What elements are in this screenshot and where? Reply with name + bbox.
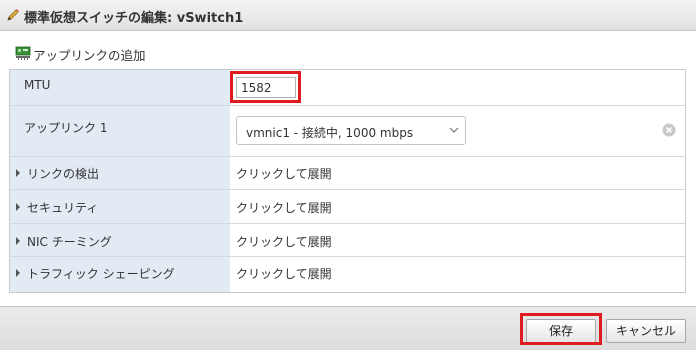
link-discovery-value: クリックして展開 — [236, 167, 332, 181]
pencil-icon — [7, 9, 19, 21]
cancel-button[interactable]: キャンセル — [606, 319, 686, 343]
link-discovery-label: リンクの検出 — [27, 167, 100, 181]
property-grid: MTU アップリンク 1 vmnic1 - 接続中, 1000 mbps リンク… — [9, 69, 686, 293]
remove-uplink-icon[interactable] — [662, 123, 676, 137]
security-value: クリックして展開 — [236, 201, 332, 215]
dialog-title-bar: 標準仮想スイッチの編集: vSwitch1 — [0, 0, 696, 31]
network-adapter-icon — [15, 46, 31, 60]
security-row[interactable]: セキュリティ クリックして展開 — [10, 190, 685, 224]
mtu-row: MTU — [10, 70, 685, 106]
mtu-highlight-box — [230, 71, 301, 103]
expand-arrow-icon — [16, 237, 20, 245]
save-highlight-box — [520, 313, 602, 345]
add-uplink-label: アップリンクの追加 — [33, 48, 146, 63]
uplink-1-label: アップリンク 1 — [24, 121, 108, 135]
expand-arrow-icon — [16, 203, 20, 211]
expand-arrow-icon — [16, 169, 20, 177]
traffic-shaping-value: クリックして展開 — [236, 267, 332, 281]
dialog-title: 標準仮想スイッチの編集: vSwitch1 — [24, 11, 244, 26]
nic-teaming-value: クリックして展開 — [236, 235, 332, 249]
nic-teaming-row[interactable]: NIC チーミング クリックして展開 — [10, 224, 685, 257]
uplink-1-select[interactable]: vmnic1 - 接続中, 1000 mbps — [236, 116, 466, 145]
traffic-shaping-label: トラフィック シェーピング — [27, 267, 175, 281]
security-label: セキュリティ — [27, 201, 99, 215]
chevron-down-icon — [449, 127, 459, 133]
nic-teaming-label: NIC チーミング — [27, 235, 112, 249]
uplink-1-selected-value: vmnic1 - 接続中, 1000 mbps — [246, 126, 414, 140]
mtu-label: MTU — [24, 78, 51, 92]
link-discovery-row[interactable]: リンクの検出 クリックして展開 — [10, 157, 685, 190]
traffic-shaping-row[interactable]: トラフィック シェーピング クリックして展開 — [10, 257, 685, 292]
expand-arrow-icon — [16, 269, 20, 277]
